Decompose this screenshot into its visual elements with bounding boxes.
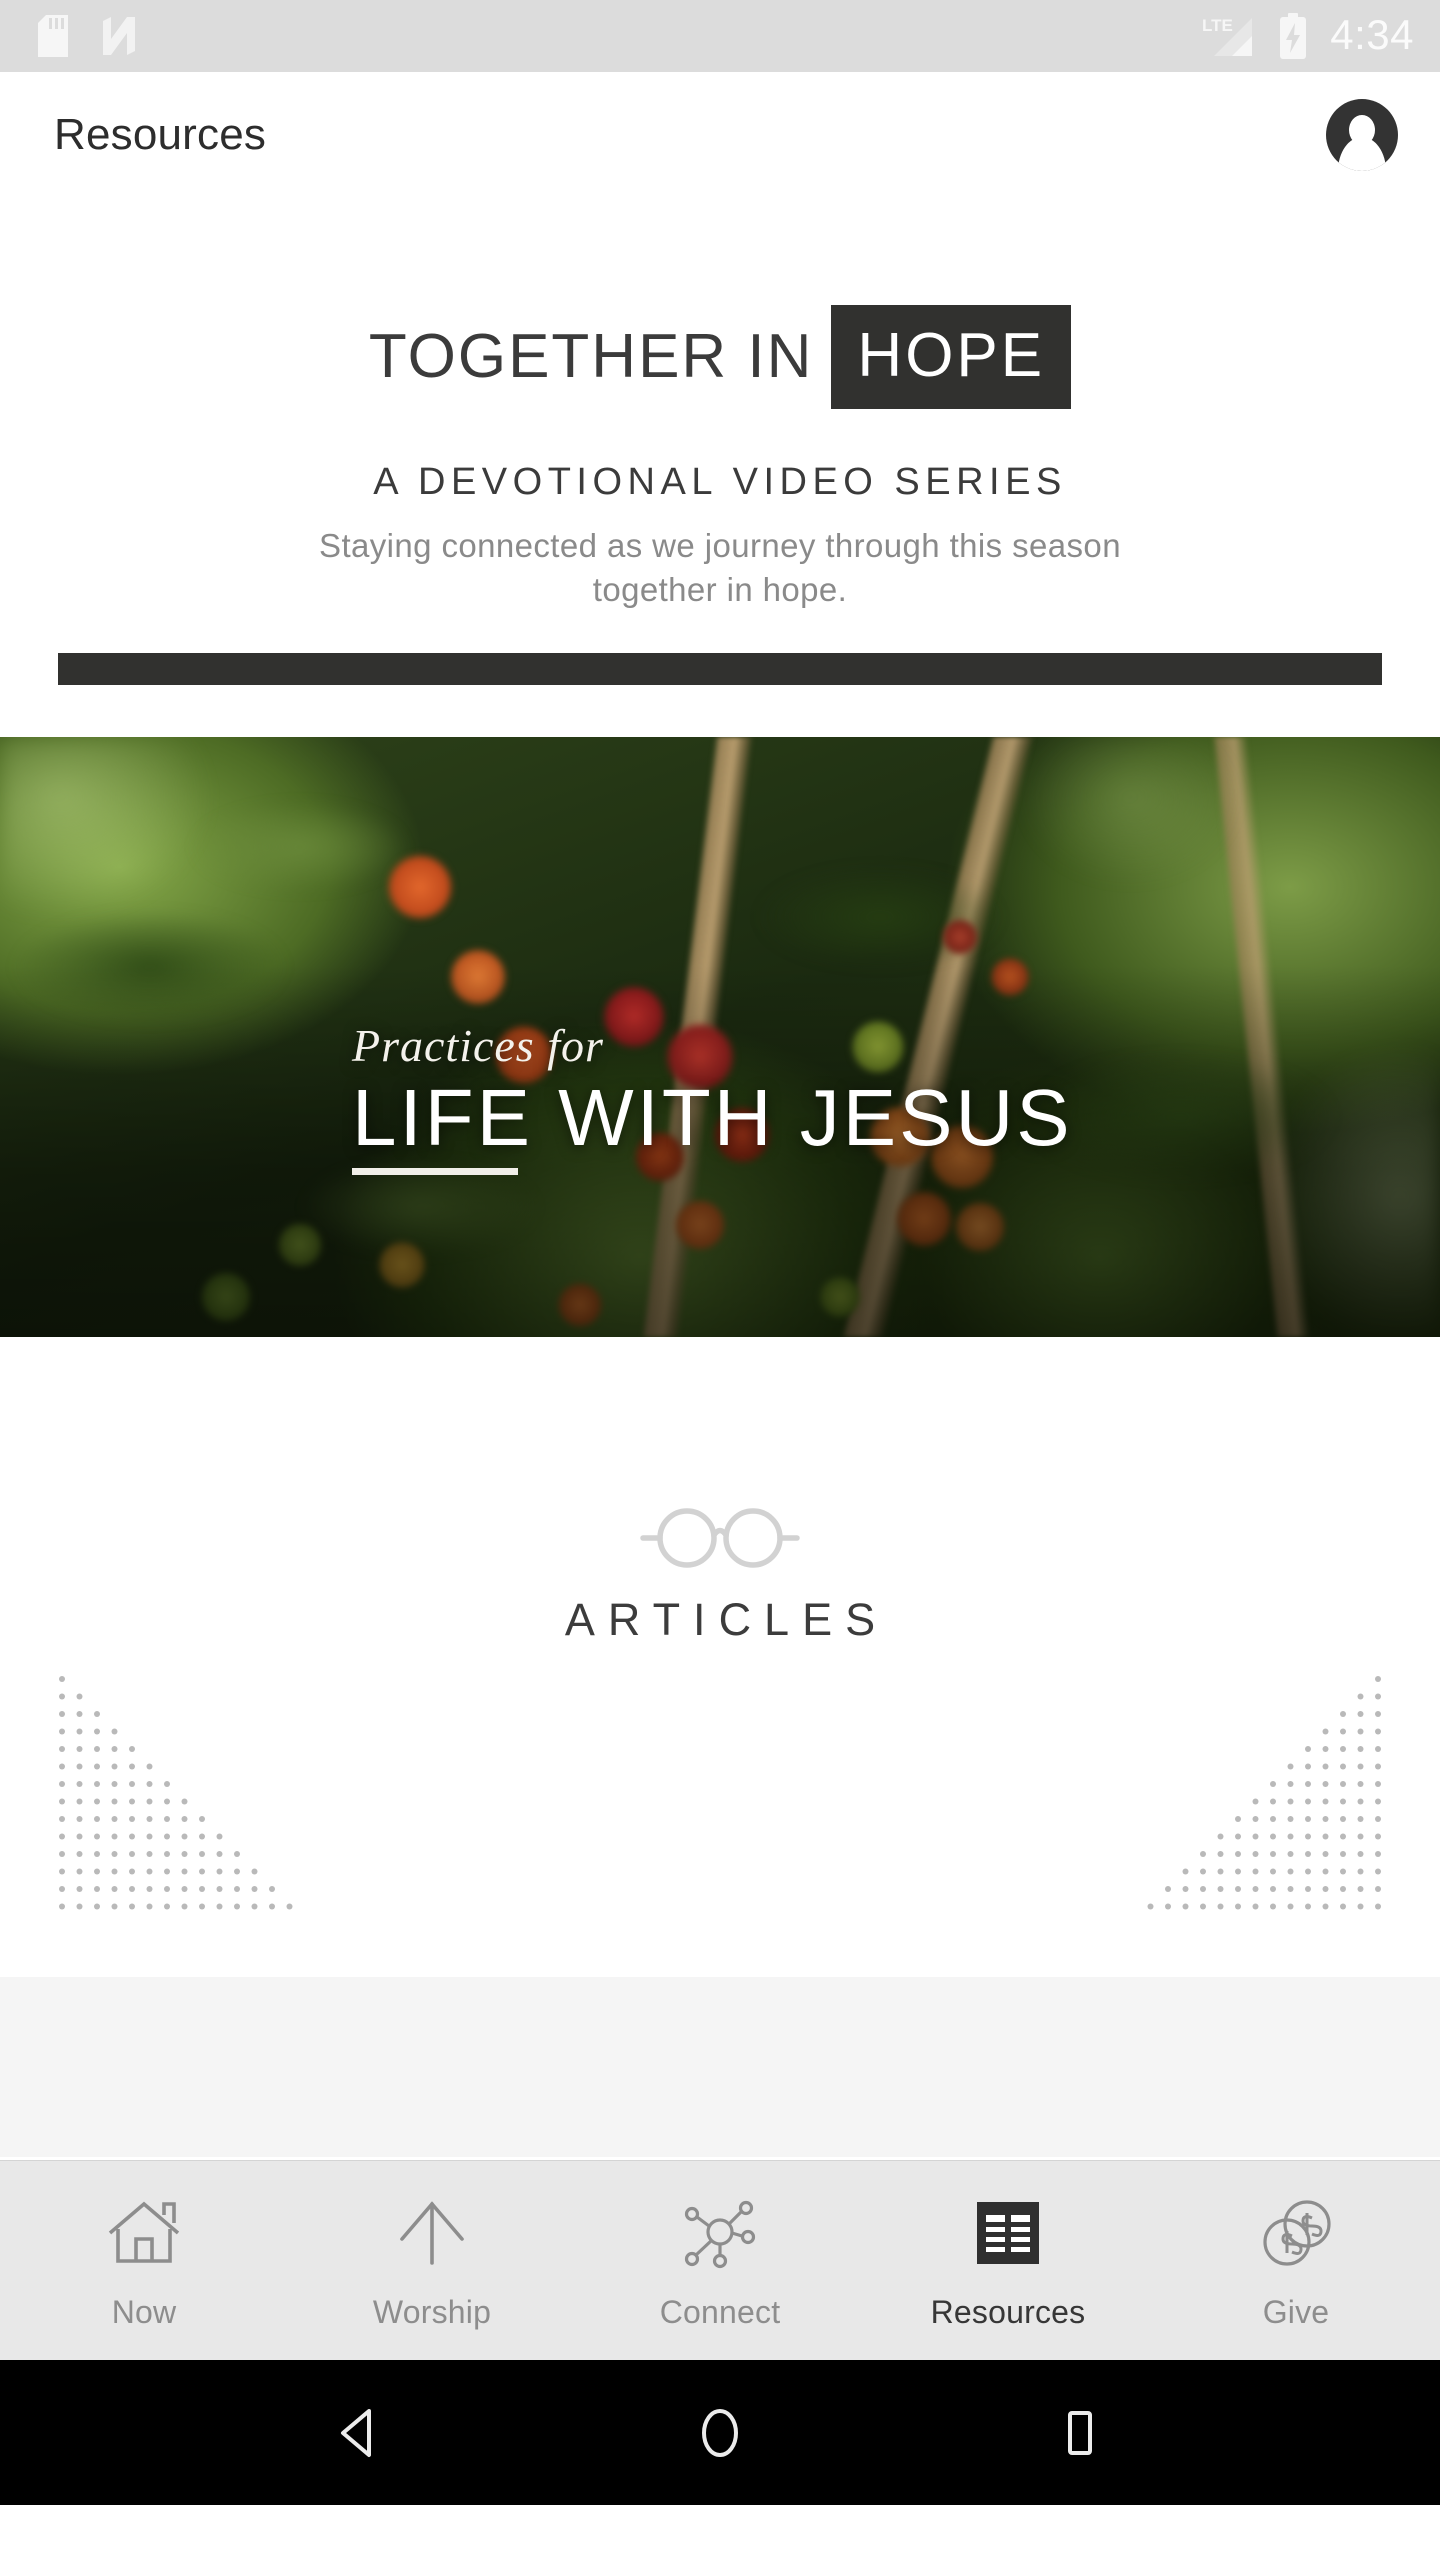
tab-now[interactable]: Now (0, 2161, 288, 2360)
card-life-with-jesus[interactable]: Practices for LIFE WITH JESUS (0, 737, 1440, 1337)
battery-charging-icon (1280, 13, 1307, 59)
tab-worship[interactable]: Worship (288, 2161, 576, 2360)
caption-underline (352, 1168, 518, 1175)
bottom-tab-bar: Now Worship Connect Resources Give (0, 2160, 1440, 2360)
home-circle-icon[interactable] (691, 2404, 749, 2462)
coins-icon (1258, 2196, 1334, 2272)
resources-content: TOGETHER IN HOPE A DEVOTIONAL VIDEO SERI… (0, 197, 1440, 2160)
tab-connect-label: Connect (659, 2294, 781, 2330)
network-icon (682, 2196, 758, 2272)
sd-card-icon (38, 15, 68, 57)
android-nougat-icon (103, 17, 135, 55)
page-title: Resources (54, 109, 267, 159)
tab-give-label: Give (1262, 2294, 1330, 2330)
articles-label: ARTICLES (564, 1594, 889, 1645)
account-avatar-icon[interactable] (1326, 98, 1398, 171)
eyeglasses-icon (640, 1508, 800, 1568)
tab-resources[interactable]: Resources (864, 2161, 1152, 2360)
back-triangle-icon[interactable] (331, 2404, 389, 2462)
hope-title-row: TOGETHER IN HOPE (368, 305, 1072, 409)
hope-title-part2: HOPE (831, 305, 1072, 409)
status-bar-clock: 4:34 (1330, 10, 1414, 58)
hope-accent-bar (58, 653, 1382, 685)
avatar-body (1338, 136, 1386, 171)
tab-connect[interactable]: Connect (576, 2161, 864, 2360)
content-filler (0, 1977, 1440, 2157)
card-together-in-hope[interactable]: TOGETHER IN HOPE A DEVOTIONAL VIDEO SERI… (0, 197, 1440, 737)
home-icon (106, 2196, 182, 2272)
hope-description: Staying connected as we journey through … (319, 527, 1121, 608)
tab-now-label: Now (111, 2294, 177, 2330)
tab-worship-label: Worship (372, 2294, 492, 2330)
tab-give[interactable]: Give (1152, 2161, 1440, 2360)
status-bar-left (38, 15, 140, 57)
arrow-up-icon (394, 2196, 470, 2272)
dotted-triangle-left (59, 1676, 293, 1910)
svg-text:LTE: LTE (1202, 16, 1233, 35)
life-with-jesus-caption: Practices for LIFE WITH JESUS (352, 1019, 1073, 1175)
hope-title-part1: TOGETHER IN (368, 322, 814, 391)
caption-title: LIFE WITH JESUS (352, 1073, 1073, 1162)
android-navigation-bar (0, 2360, 1440, 2505)
app-header: Resources (0, 72, 1440, 197)
lte-signal-icon: LTE (1202, 16, 1253, 56)
caption-pretitle: Practices for (352, 1020, 604, 1071)
status-bar-right: LTE 4:34 (1202, 13, 1414, 59)
recents-square-icon[interactable] (1051, 2404, 1109, 2462)
list-icon (973, 2196, 1043, 2272)
hope-subtitle: A DEVOTIONAL VIDEO SERIES (373, 461, 1067, 503)
tab-resources-label: Resources (930, 2294, 1086, 2330)
status-bar: LTE 4:34 (0, 0, 1440, 72)
dotted-triangle-right (1147, 1676, 1381, 1910)
card-articles[interactable]: ARTICLES (0, 1337, 1440, 1977)
